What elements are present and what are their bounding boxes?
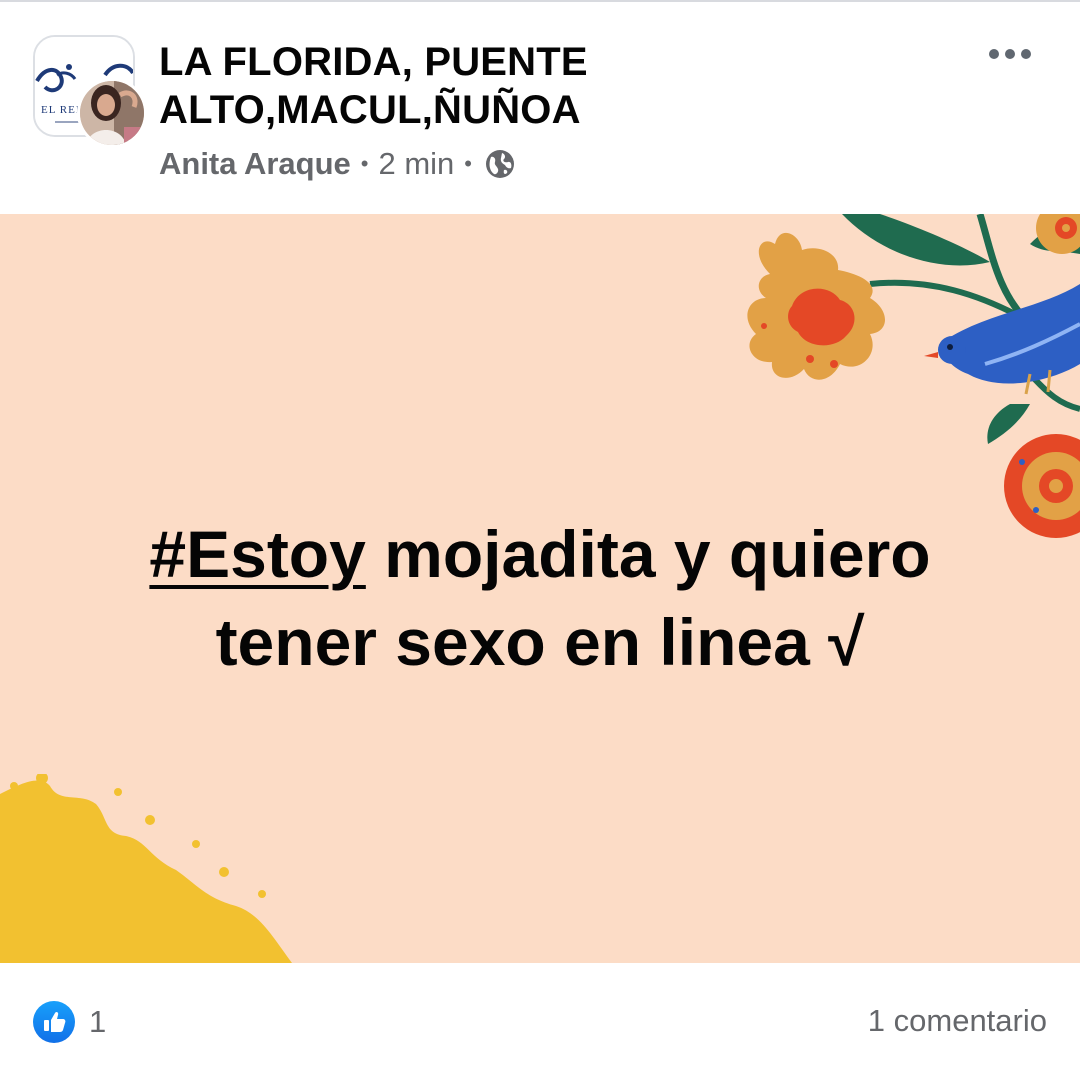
post-text-line1: mojadita y quiero — [365, 517, 931, 591]
group-name-line1: LA FLORIDA, PUENTE — [159, 40, 588, 84]
reactions-summary[interactable]: 1 — [33, 1001, 106, 1043]
comments-count-link[interactable]: 1 comentario — [868, 1003, 1047, 1039]
sun-decoration — [0, 774, 292, 963]
background-text-post[interactable]: #Estoy mojadita y quiero tener sexo en li… — [0, 214, 1080, 963]
author-photo — [80, 81, 144, 145]
more-horizontal-icon — [989, 49, 999, 59]
more-options-button[interactable] — [983, 34, 1037, 74]
reaction-count: 1 — [89, 1004, 107, 1039]
author-name[interactable]: Anita Araque — [159, 146, 351, 182]
post-meta: Anita Araque • 2 min • — [159, 143, 516, 185]
meta-separator: • — [464, 151, 472, 176]
author-avatar[interactable] — [77, 78, 147, 148]
more-dot — [1021, 49, 1031, 59]
more-dot — [1005, 49, 1015, 59]
post-text: #Estoy mojadita y quiero tener sexo en li… — [60, 510, 1020, 686]
post-card: EL REF LA FLORIDA, PUENTE ALTO,MACUL,ÑUÑ… — [0, 0, 1080, 1077]
post-text-line2: tener sexo en linea √ — [215, 605, 865, 679]
post-footer: 1 1 comentario — [0, 963, 1080, 1077]
group-name-line2: ALTO,MACUL,ÑUÑOA — [159, 88, 581, 132]
globe-icon[interactable] — [484, 148, 516, 180]
group-name[interactable]: LA FLORIDA, PUENTE ALTO,MACUL,ÑUÑOA — [159, 38, 959, 134]
meta-separator: • — [360, 151, 369, 176]
post-time[interactable]: 2 min — [378, 146, 454, 182]
like-icon — [33, 1001, 75, 1043]
thumbs-up-icon — [44, 1011, 66, 1032]
floral-bird-decoration — [747, 214, 1080, 538]
hashtag-link[interactable]: #Estoy — [149, 517, 365, 591]
post-header: EL REF LA FLORIDA, PUENTE ALTO,MACUL,ÑUÑ… — [0, 0, 1080, 214]
